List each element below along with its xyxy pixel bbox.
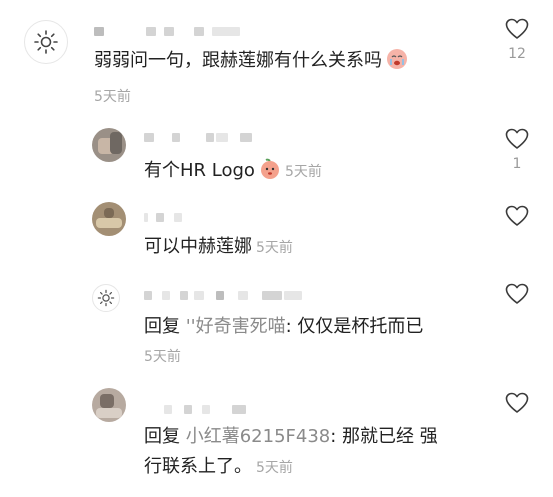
username-obscured[interactable] bbox=[144, 288, 314, 302]
username-obscured[interactable] bbox=[144, 130, 264, 144]
username-obscured[interactable] bbox=[144, 210, 204, 224]
heart-icon bbox=[505, 283, 529, 304]
username-obscured[interactable] bbox=[144, 402, 254, 416]
heart-icon bbox=[505, 18, 529, 39]
sun-icon bbox=[97, 289, 115, 307]
heart-icon bbox=[505, 128, 529, 149]
comment-text: 可以中赫莲娜 5天前 bbox=[144, 236, 293, 257]
reply-label: 回复 bbox=[144, 316, 180, 337]
comment-thread: 弱弱问一句，跟赫莲娜有什么关系吗 5天前 12 有个HR Logo5天前 1 bbox=[0, 0, 553, 497]
like-button[interactable]: 12 bbox=[497, 18, 537, 62]
crying-face-emoji-icon bbox=[386, 48, 408, 70]
sun-icon bbox=[34, 30, 58, 54]
comment-text: 回复 ''好奇害死喵: 仅仅是杯托而已 bbox=[144, 316, 424, 337]
avatar[interactable] bbox=[92, 128, 126, 162]
avatar[interactable] bbox=[92, 284, 120, 312]
comment-time: 5天前 bbox=[284, 164, 322, 180]
comment-text: 有个HR Logo 5天前 bbox=[144, 158, 322, 181]
reply-target-username[interactable]: ''好奇害死喵 bbox=[186, 316, 286, 337]
peach-face-emoji-icon bbox=[259, 158, 281, 180]
comment-time: 5天前 bbox=[144, 349, 181, 365]
comment-text: 回复 小红薯6215F438: 那就已经 强 bbox=[144, 426, 438, 447]
like-count: 12 bbox=[508, 46, 526, 62]
avatar[interactable] bbox=[92, 388, 126, 422]
comment-time: 5天前 bbox=[256, 240, 293, 256]
username-obscured[interactable] bbox=[94, 24, 254, 38]
heart-icon bbox=[505, 392, 529, 413]
heart-icon bbox=[505, 205, 529, 226]
comment-text-continued: 行联系上了。 5天前 bbox=[144, 456, 293, 477]
like-button[interactable] bbox=[497, 283, 537, 305]
comment-time: 5天前 bbox=[94, 89, 131, 105]
comment-time: 5天前 bbox=[256, 460, 293, 476]
like-count: 1 bbox=[512, 156, 522, 172]
comment-text: 弱弱问一句，跟赫莲娜有什么关系吗 bbox=[94, 48, 408, 74]
like-button[interactable] bbox=[497, 392, 537, 414]
avatar[interactable] bbox=[24, 20, 68, 64]
like-button[interactable] bbox=[497, 205, 537, 227]
reply-label: 回复 bbox=[144, 426, 180, 447]
like-button[interactable]: 1 bbox=[497, 128, 537, 172]
avatar[interactable] bbox=[92, 202, 126, 236]
reply-target-username[interactable]: 小红薯6215F438 bbox=[186, 426, 331, 447]
